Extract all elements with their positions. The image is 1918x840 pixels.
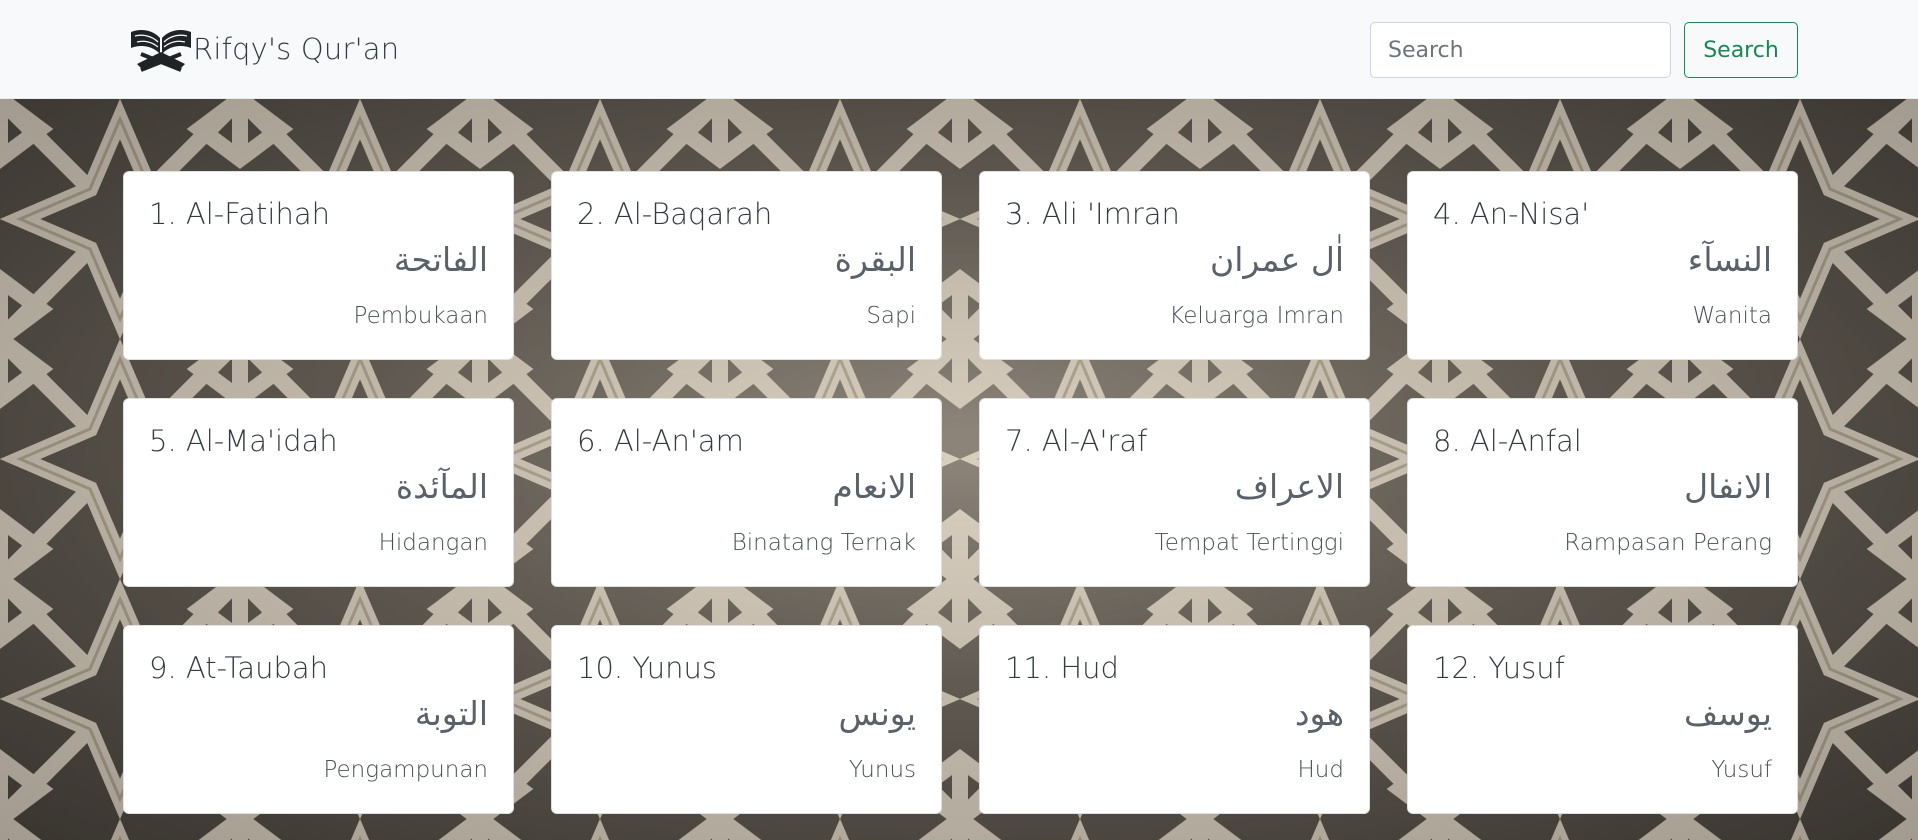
surah-meaning: Pengampunan [323, 757, 488, 783]
surah-meaning: Binatang Ternak [731, 530, 916, 556]
surah-arabic-name: اٰل عمران [1209, 240, 1344, 279]
surah-title: 12. Yusuf [1433, 651, 1565, 685]
surah-arabic-name: البقرة [834, 240, 916, 279]
surah-arabic-name: الانعام [832, 467, 916, 506]
brand-title: Rifqy's Qur'an [193, 32, 400, 66]
brand-link[interactable]: Rifqy's Qur'an [127, 24, 399, 74]
surah-arabic-name: هود [1294, 694, 1344, 733]
search-form: Search [1370, 22, 1798, 78]
surah-arabic-name: الانفال [1684, 467, 1772, 506]
surah-card[interactable]: 12. Yusuf يوسف Yusuf [1407, 625, 1798, 814]
surah-card[interactable]: 9. At-Taubah التوبة Pengampunan [123, 625, 514, 814]
surah-arabic-name: التوبة [414, 694, 488, 733]
surah-card[interactable]: 7. Al-A'raf الاعراف Tempat Tertinggi [979, 398, 1370, 587]
surah-meaning: Pembukaan [353, 303, 488, 329]
surah-meaning: Tempat Tertinggi [1154, 530, 1344, 556]
surah-grid: 1. Al-Fatihah الفاتحة Pembukaan 2. Al-Ba… [123, 171, 1798, 814]
search-input[interactable] [1370, 22, 1671, 78]
surah-meaning: Hud [1297, 757, 1344, 783]
surah-title: 9. At-Taubah [149, 651, 329, 685]
surah-meaning: Rampasan Perang [1564, 530, 1772, 556]
surah-title: 10. Yunus [577, 651, 717, 685]
surah-arabic-name: النسآء [1687, 240, 1772, 279]
surah-arabic-name: المآئدة [395, 467, 488, 506]
surah-meaning: Keluarga Imran [1169, 303, 1344, 329]
quran-book-icon [131, 30, 191, 72]
surah-arabic-name: الاعراف [1234, 467, 1344, 506]
search-button[interactable]: Search [1684, 22, 1798, 78]
surah-card[interactable]: 4. An-Nisa' النسآء Wanita [1407, 171, 1798, 360]
surah-card[interactable]: 11. Hud هود Hud [979, 625, 1370, 814]
surah-meaning: Yusuf [1711, 757, 1772, 783]
surah-title: 11. Hud [1005, 651, 1119, 685]
surah-arabic-name: يونس [838, 694, 917, 733]
surah-meaning: Hidangan [378, 530, 488, 556]
surah-arabic-name: الفاتحة [393, 240, 488, 279]
surah-arabic-name: يوسف [1683, 694, 1772, 733]
surah-meaning: Wanita [1692, 303, 1772, 329]
surah-card[interactable]: 10. Yunus يونس Yunus [551, 625, 942, 814]
surah-title: 2. Al-Baqarah [577, 197, 773, 231]
surah-title: 8. Al-Anfal [1433, 424, 1582, 458]
surah-card[interactable]: 3. Ali 'Imran اٰل عمران Keluarga Imran [979, 171, 1370, 360]
surah-title: 7. Al-A'raf [1005, 424, 1148, 458]
surah-card[interactable]: 6. Al-An'am الانعام Binatang Ternak [551, 398, 942, 587]
surah-list-section: 1. Al-Fatihah الفاتحة Pembukaan 2. Al-Ba… [0, 99, 1918, 840]
surah-title: 4. An-Nisa' [1433, 197, 1590, 231]
surah-meaning: Yunus [848, 757, 916, 783]
surah-card[interactable]: 1. Al-Fatihah الفاتحة Pembukaan [123, 171, 514, 360]
surah-card[interactable]: 2. Al-Baqarah البقرة Sapi [551, 171, 942, 360]
surah-card[interactable]: 5. Al-Ma'idah المآئدة Hidangan [123, 398, 514, 587]
surah-title: 1. Al-Fatihah [149, 197, 330, 231]
surah-title: 5. Al-Ma'idah [149, 424, 338, 458]
surah-title: 6. Al-An'am [577, 424, 744, 458]
surah-meaning: Sapi [866, 303, 916, 329]
navbar: Rifqy's Qur'an Search [0, 0, 1918, 99]
surah-card[interactable]: 8. Al-Anfal الانفال Rampasan Perang [1407, 398, 1798, 587]
surah-title: 3. Ali 'Imran [1005, 197, 1180, 231]
